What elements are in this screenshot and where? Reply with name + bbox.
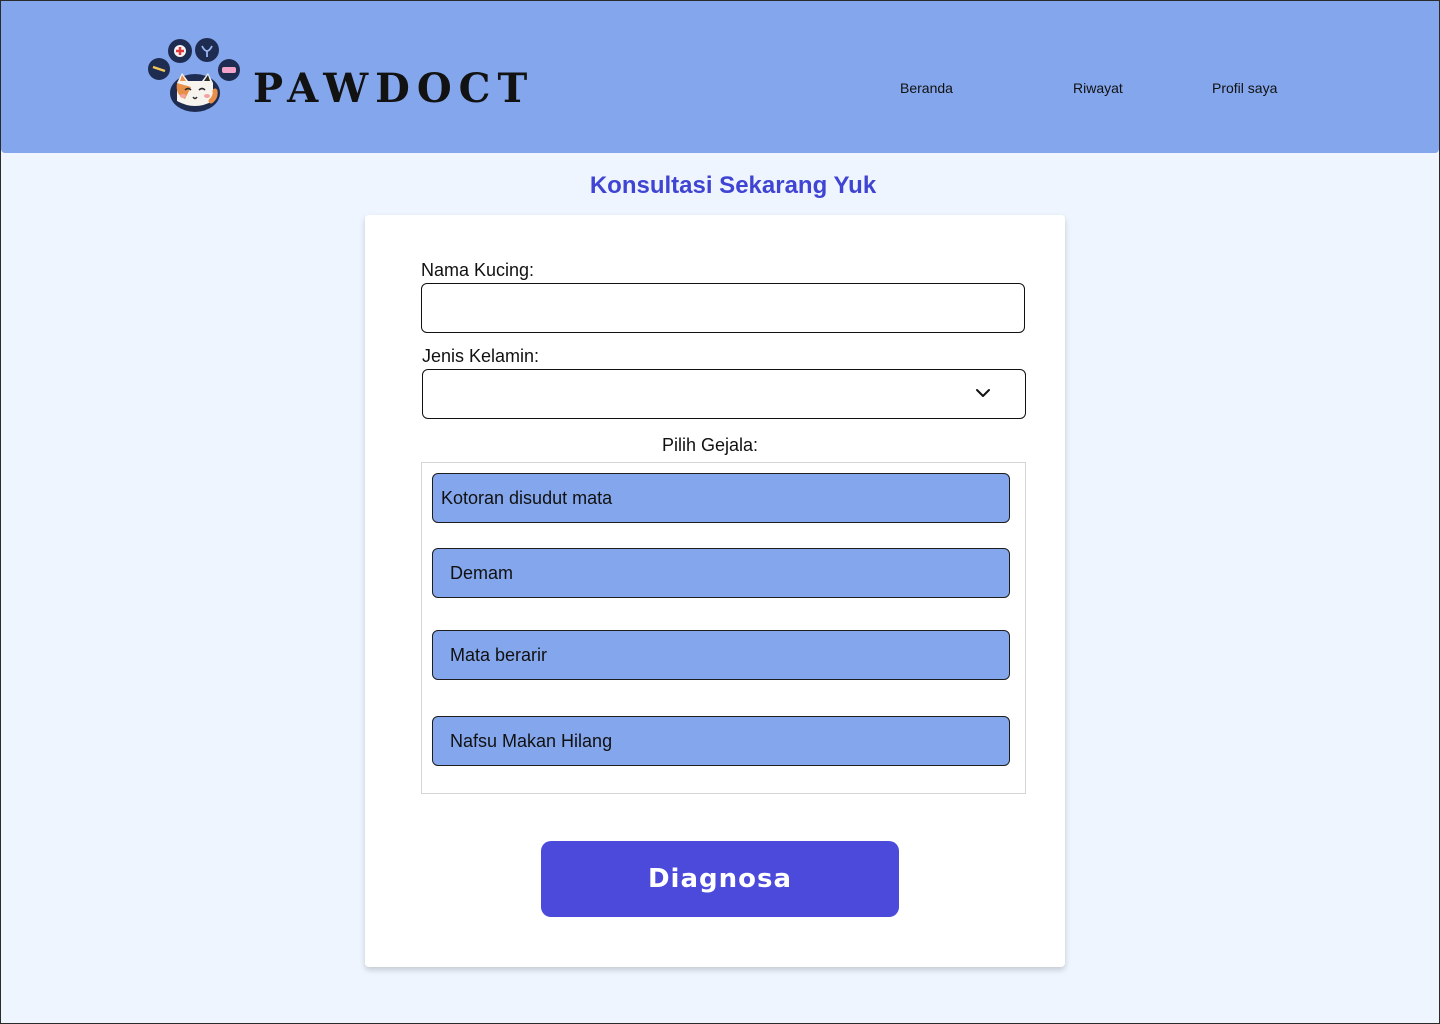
cat-name-input[interactable] — [421, 283, 1025, 333]
cat-paw-logo-icon — [148, 38, 240, 112]
nav-profil-saya[interactable]: Profil saya — [1212, 79, 1277, 97]
symptom-list[interactable]: Kotoran disudut mata Demam Mata berarir … — [421, 462, 1026, 794]
symptoms-label: Pilih Gejala: — [661, 435, 759, 455]
page-title: Konsultasi Sekarang Yuk — [589, 172, 877, 199]
gender-label: Jenis Kelamin: — [422, 346, 540, 366]
top-header: PAWDOCT Beranda Riwayat Profil saya — [1, 1, 1439, 153]
symptom-label: Kotoran disudut mata — [441, 488, 613, 508]
gender-select[interactable] — [422, 369, 1026, 419]
cat-name-label: Nama Kucing: — [421, 260, 535, 280]
symptom-option[interactable]: Kotoran disudut mata — [432, 473, 1010, 523]
brand-logo[interactable]: PAWDOCT — [145, 37, 527, 113]
symptom-label: Nafsu Makan Hilang — [450, 731, 613, 751]
nav-riwayat[interactable]: Riwayat — [1073, 79, 1123, 97]
brand-name: PAWDOCT — [253, 65, 535, 112]
consultation-form-card: Nama Kucing: Jenis Kelamin: Pilih Gejala… — [365, 215, 1065, 967]
nav-beranda[interactable]: Beranda — [900, 79, 953, 97]
symptom-option[interactable]: Demam — [432, 548, 1010, 598]
symptom-option[interactable]: Mata berarir — [432, 630, 1010, 680]
symptom-label: Demam — [450, 563, 514, 583]
symptom-label: Mata berarir — [450, 645, 548, 665]
symptom-option[interactable]: Nafsu Makan Hilang — [432, 716, 1010, 766]
diagnosa-button[interactable]: Diagnosa — [541, 841, 899, 917]
chevron-down-icon — [976, 389, 990, 397]
